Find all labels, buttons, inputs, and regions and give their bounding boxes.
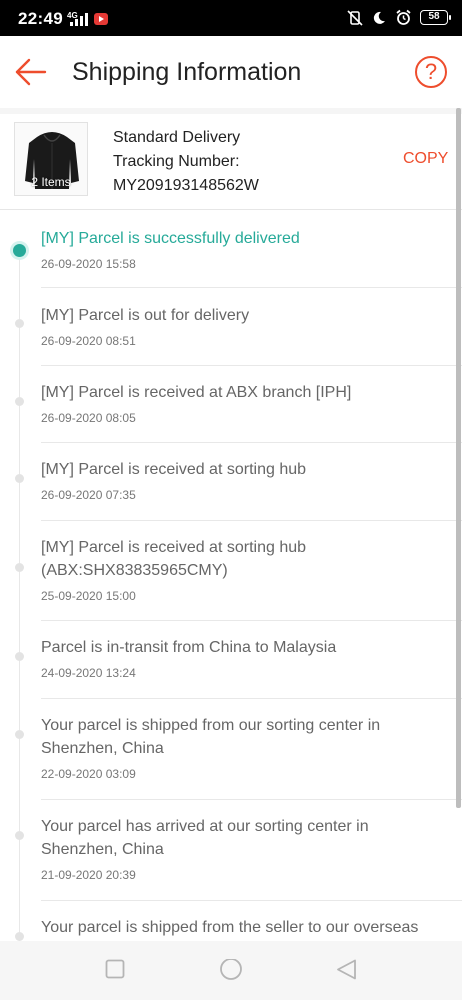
event-time: 22-09-2020 03:09 xyxy=(41,767,136,781)
event-divider xyxy=(41,365,462,366)
timeline-dot-icon xyxy=(15,563,24,572)
delivery-method: Standard Delivery xyxy=(113,129,241,146)
triangle-back-icon[interactable] xyxy=(336,959,358,981)
moon-icon xyxy=(373,11,385,24)
event-time: 26-09-2020 07:35 xyxy=(41,488,136,502)
event-divider xyxy=(41,620,462,621)
tracking-timeline[interactable]: [MY] Parcel is successfully delivered 26… xyxy=(0,211,462,941)
square-icon[interactable] xyxy=(105,959,125,979)
event-description: [MY] Parcel is received at sorting hub xyxy=(41,461,307,478)
timeline-dot-icon xyxy=(15,652,24,661)
timeline-dot-icon xyxy=(15,730,24,739)
event-divider xyxy=(41,799,462,800)
signal-icon xyxy=(70,13,88,26)
event-time: 21-09-2020 20:39 xyxy=(41,868,136,882)
event-time: 26-09-2020 15:58 xyxy=(41,257,136,271)
event-description: Parcel is in-transit from China to Malay… xyxy=(41,639,337,656)
item-count: 2 Items xyxy=(31,175,71,189)
event-description: [MY] Parcel is out for delivery xyxy=(41,307,250,324)
help-circle-icon[interactable]: ? xyxy=(415,56,447,88)
timeline-dot-icon xyxy=(15,932,24,941)
youtube-icon xyxy=(94,13,108,25)
timeline-dot-icon xyxy=(15,474,24,483)
tracking-number: MY209193148562W xyxy=(113,177,259,194)
circle-icon[interactable] xyxy=(219,959,243,983)
timeline-dot-icon xyxy=(15,831,24,840)
delivery-info: Standard Delivery Tracking Number: MY209… xyxy=(113,126,259,198)
timeline-dot-icon xyxy=(15,319,24,328)
event-description: Your parcel is shipped from the seller t… xyxy=(41,919,419,936)
copy-button[interactable]: COPY xyxy=(403,150,448,168)
event-divider xyxy=(41,698,462,699)
timeline-dot-icon xyxy=(15,397,24,406)
delivery-card: 2 Items Standard Delivery Tracking Numbe… xyxy=(0,114,462,210)
alarm-icon xyxy=(396,9,411,25)
event-description: [MY] Parcel is successfully delivered xyxy=(41,230,300,247)
event-time: 26-09-2020 08:51 xyxy=(41,334,136,348)
event-description: Your parcel is shipped from our sorting … xyxy=(41,717,381,757)
event-time: 26-09-2020 08:05 xyxy=(41,411,136,425)
scrollbar[interactable] xyxy=(456,108,461,808)
event-description: [MY] Parcel is received at ABX branch [I… xyxy=(41,384,352,401)
vibrate-off-icon xyxy=(347,9,363,26)
event-divider xyxy=(41,900,462,901)
event-time: 24-09-2020 13:24 xyxy=(41,666,136,680)
event-divider xyxy=(41,442,462,443)
battery-icon: 58 xyxy=(420,10,451,25)
app-header: Shipping Information ? xyxy=(0,36,462,108)
event-description: [MY] Parcel is received at sorting hub (… xyxy=(41,539,307,579)
event-time: 25-09-2020 15:00 xyxy=(41,589,136,603)
status-bar: 22:49 4G 58 xyxy=(0,0,462,36)
arrow-left-icon[interactable] xyxy=(14,56,48,88)
tracking-label: Tracking Number: xyxy=(113,153,240,170)
page-title: Shipping Information xyxy=(72,58,302,86)
status-time: 22:49 xyxy=(18,9,63,28)
event-description: Your parcel has arrived at our sorting c… xyxy=(41,818,369,858)
delivered-dot-icon xyxy=(13,244,26,257)
system-nav-bar xyxy=(0,941,462,1000)
event-divider xyxy=(41,520,462,521)
event-divider xyxy=(41,287,462,288)
product-thumbnail[interactable]: 2 Items xyxy=(14,122,88,196)
